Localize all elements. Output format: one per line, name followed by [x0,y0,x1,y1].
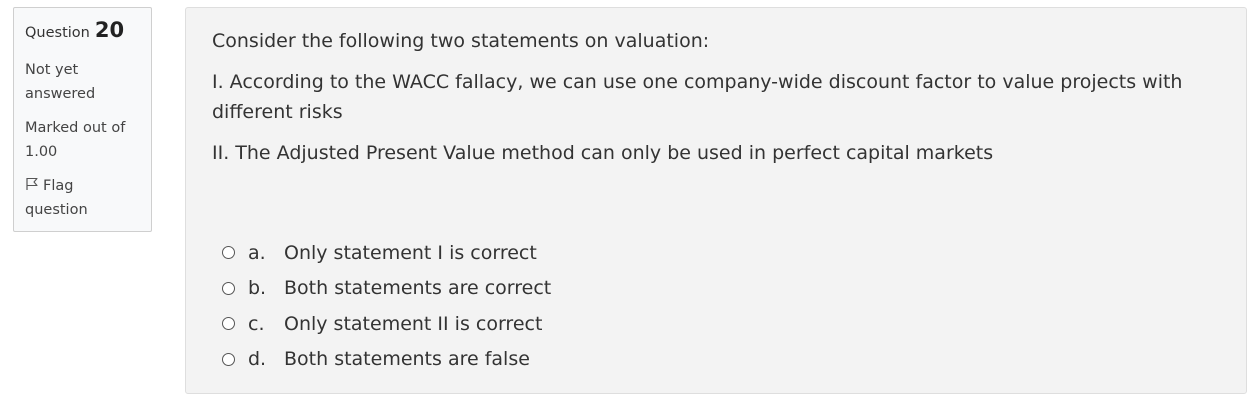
answer-letter: a. [248,241,266,264]
question-number: 20 [94,18,125,42]
answer-option-d[interactable]: d. Both statements are false [222,342,551,378]
question-label: Question [25,25,90,41]
radio-button-b[interactable] [222,281,235,295]
radio-button-c[interactable] [222,317,235,331]
radio-button-a[interactable] [222,246,235,260]
answer-letter: d. [248,348,267,371]
question-text: Consider the following two statements on… [212,26,1212,179]
answer-text[interactable]: Both statements are false [284,348,530,370]
flag-icon [26,177,38,190]
answer-option-c[interactable]: c. Only statement II is correct [222,306,551,342]
question-state: Not yet answered [25,62,96,102]
question-intro: Consider the following two statements on… [212,30,710,52]
answer-letter: b. [248,277,267,300]
question-number-line: Question 20 [25,18,140,46]
question-info-panel: Question 20 Not yet answered Marked out … [13,7,152,232]
answer-letter: c. [248,312,265,335]
statement-one: I. According to the WACC fallacy, we can… [212,71,1183,123]
radio-button-d[interactable] [222,352,235,366]
answer-text[interactable]: Only statement II is correct [284,313,542,335]
flag-question-link[interactable]: Flag question [25,174,140,222]
question-content: Consider the following two statements on… [185,7,1247,394]
answer-text[interactable]: Only statement I is correct [284,242,537,264]
answer-option-b[interactable]: b. Both statements are correct [222,271,551,307]
question-grade: Marked out of 1.00 [25,120,126,160]
answer-text[interactable]: Both statements are correct [284,277,551,299]
answer-option-a[interactable]: a. Only statement I is correct [222,235,551,271]
statement-two: II. The Adjusted Present Value method ca… [212,142,994,164]
answer-options: a. Only statement I is correct b. Both s… [222,235,551,377]
